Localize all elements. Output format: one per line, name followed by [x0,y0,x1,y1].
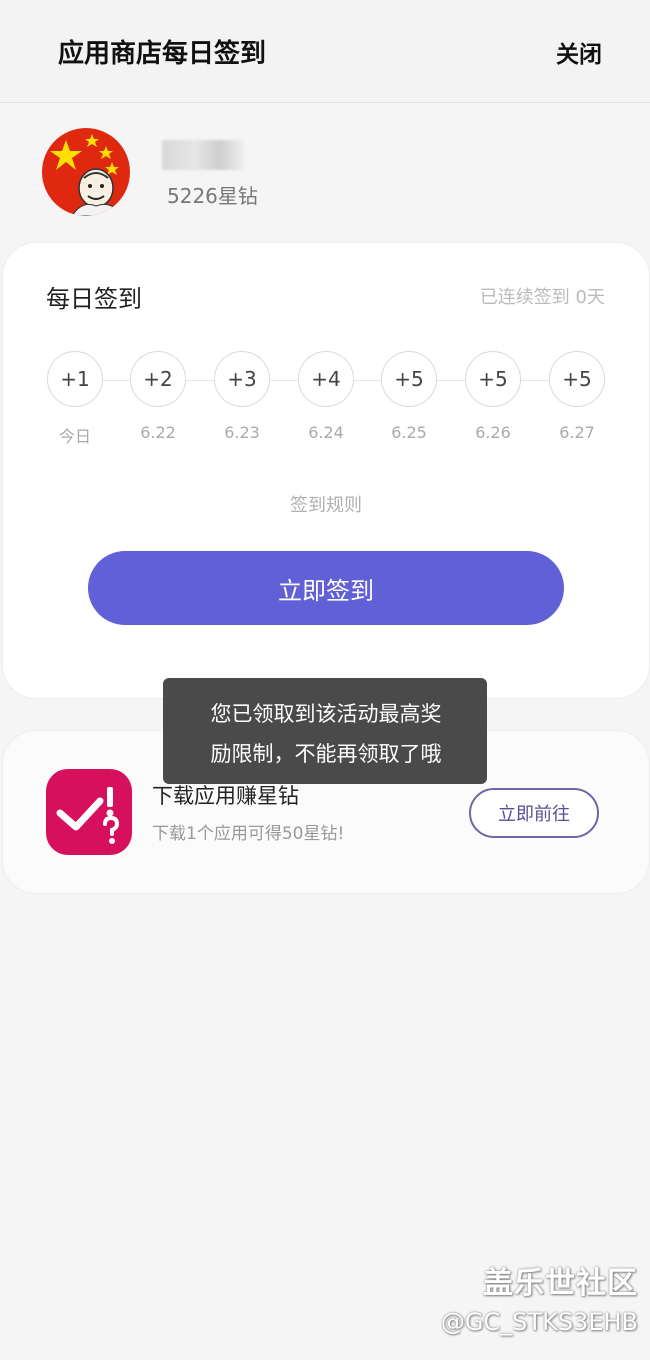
day-item: +5 6.26 [463,351,523,442]
day-item: +1 今日 [45,351,105,447]
signin-title: 每日签到 [46,285,142,313]
toast-line: 励限制，不能再领取了哦 [210,742,442,766]
day-label: 今日 [58,427,91,446]
day-item: +5 6.25 [379,351,439,442]
avatar [42,128,130,216]
checkmark-question-icon [46,769,132,855]
toast-line: 您已领取到该活动最高奖 [210,702,442,726]
day-label: 6.27 [559,423,595,442]
signin-rules-link[interactable]: 签到规则 [3,491,649,517]
watermark-brand: 盖乐世社区 [483,1266,638,1301]
day-points: +5 [465,351,521,407]
day-points: +1 [47,351,103,407]
daily-signin-card: 每日签到 已连续签到 0天 +1 今日 +2 6.22 +3 6.23 +4 6… [2,242,650,699]
toast-message: 您已领取到该活动最高奖 励限制，不能再领取了哦 [163,678,487,784]
day-points: +5 [549,351,605,407]
page-title: 应用商店每日签到 [58,39,267,69]
streak-text: 已连续签到 0天 [479,287,605,308]
day-points: +3 [214,351,270,407]
watermark-user: @GC_STKS3EHB [440,1308,638,1336]
day-points: +2 [130,351,186,407]
go-now-button[interactable]: 立即前往 [469,788,599,838]
day-label: 6.23 [224,423,260,442]
day-item: +3 6.23 [212,351,272,442]
close-button[interactable]: 关闭 [556,35,602,69]
day-item: +5 6.27 [547,351,607,442]
day-item: +2 6.22 [128,351,188,442]
day-points: +4 [298,351,354,407]
star-balance: 5226星钻 [167,184,258,208]
day-label: 6.22 [140,423,176,442]
top-bar: 应用商店每日签到 关闭 [0,0,650,103]
day-label: 6.25 [391,423,427,442]
task-title: 下载应用赚星钻 [152,784,299,808]
day-item: +4 6.24 [296,351,356,442]
day-points: +5 [381,351,437,407]
day-label: 6.26 [475,423,511,442]
day-label: 6.24 [308,423,344,442]
signin-button[interactable]: 立即签到 [88,551,564,625]
task-description: 下载1个应用可得50星钻! [152,824,345,844]
username-redacted [162,140,244,170]
